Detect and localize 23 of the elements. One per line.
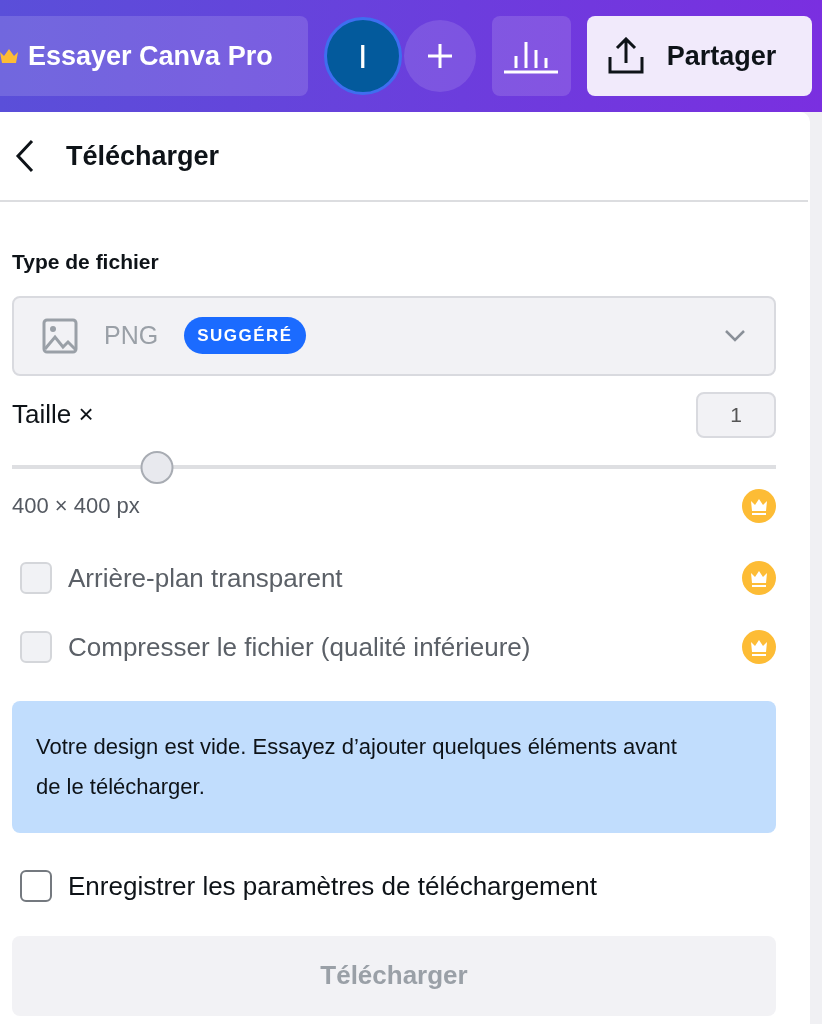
checkbox[interactable] [20,870,52,902]
empty-design-notice: Votre design est vide. Essayez d’ajouter quelques éléments avant de le télécharger. [12,700,776,833]
checkbox-label: Arrière-plan transparent [68,561,344,595]
image-icon [42,317,78,354]
slider-thumb[interactable] [140,450,174,484]
checkbox-label: Enregistrer les paramètres de téléchargement [68,869,598,903]
dropdown-value: PNG [104,319,159,351]
size-label: Taille × [12,398,94,431]
upload-icon [606,37,645,75]
checkbox-label: Compresser le fichier (qualité inférieure) [68,630,532,664]
user-avatar[interactable]: I [323,17,402,95]
size-input[interactable]: 1 [696,391,776,438]
field-label: Type de fichier [12,249,160,275]
file-type-dropdown[interactable]: PNG SUGGÉRÉ [12,295,776,376]
chart-icon[interactable] [491,16,571,96]
suggested-badge: SUGGÉRÉ [184,316,306,355]
chevron-down-icon [724,328,746,343]
try-pro-button[interactable]: Essayer Canva Pro [0,16,308,96]
dimensions-text: 400 × 400 px [12,492,140,520]
share-button[interactable]: Partager [586,16,812,96]
crown-icon [0,47,18,65]
panel-title: Télécharger [66,139,220,173]
back-icon[interactable] [14,139,36,173]
